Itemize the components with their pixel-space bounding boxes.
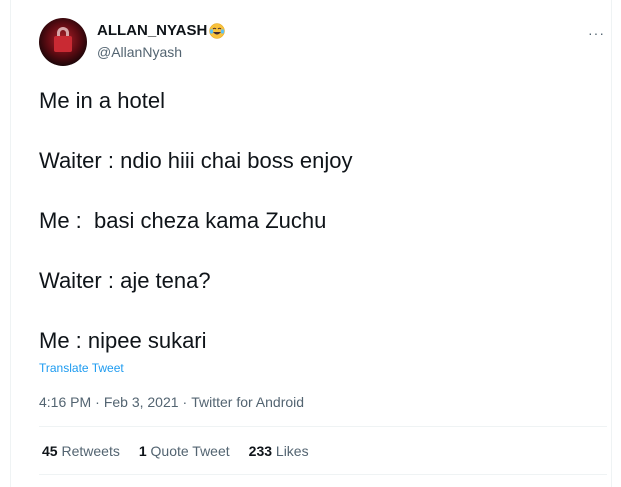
tweet-date[interactable]: Feb 3, 2021 [104,394,179,410]
tweet-line: Me in a hotel [39,88,165,113]
tweet-time[interactable]: 4:16 PM [39,394,91,410]
display-name[interactable]: ALLAN_NYASH [97,22,207,39]
likes-label: Likes [275,443,309,459]
retweets-count: 45 [42,443,58,459]
retweets-label: Retweets [61,443,120,459]
meta-separator: · [182,394,188,410]
tweet-line: Me : nipee sukari [39,328,207,353]
name-row: ALLAN_NYASH [97,22,226,39]
more-options-icon[interactable]: ··· [588,26,605,40]
lock-body-shape [54,36,72,52]
quote-tweets-stat[interactable]: 1 Quote Tweet [139,443,230,459]
quotes-count: 1 [138,443,147,459]
tweet-source[interactable]: Twitter for Android [191,394,304,410]
face-with-tears-of-joy-icon [209,22,226,39]
tweet-card: ALLAN_NYASH @AllanNyash ··· Me in a hote… [10,0,612,487]
tweet-line: Me : basi cheza kama Zuchu [39,208,327,233]
tweet-meta: 4:16 PM · Feb 3, 2021 · Twitter for Andr… [39,394,304,410]
divider [39,426,607,427]
likes-count: 233 [248,443,273,459]
avatar[interactable] [39,18,87,66]
user-handle[interactable]: @AllanNyash [97,44,182,60]
quotes-label: Quote Tweet [150,443,230,459]
tweet-line: Waiter : aje tena? [39,268,211,293]
retweets-stat[interactable]: 45 Retweets [42,443,120,459]
meta-separator: · [95,394,100,410]
tweet-stats: 45 Retweets 1 Quote Tweet 233 Likes [42,443,309,459]
tweet-line: Waiter : ndio hiii chai boss enjoy [39,148,353,173]
translate-tweet-link[interactable]: Translate Tweet [39,361,124,375]
tweet-text: Me in a hotel Waiter : ndio hiii chai bo… [39,86,599,356]
likes-stat[interactable]: 233 Likes [249,443,309,459]
divider [39,474,607,475]
